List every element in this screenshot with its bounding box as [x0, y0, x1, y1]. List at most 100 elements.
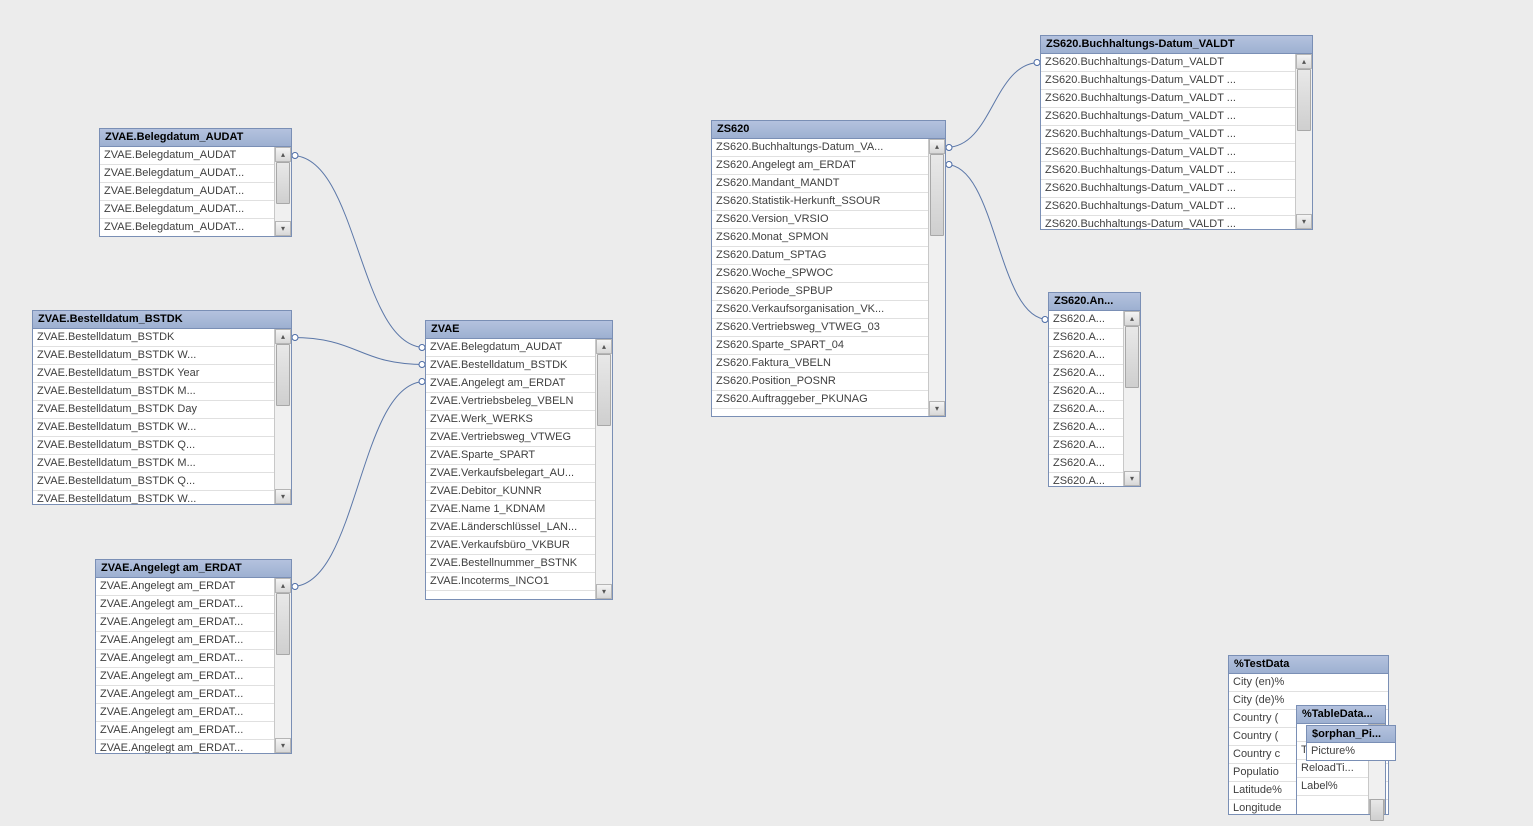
field-item[interactable]: Picture%: [1307, 743, 1395, 760]
scroll-thumb[interactable]: [1125, 326, 1139, 388]
field-item[interactable]: ZVAE.Angelegt am_ERDAT: [96, 578, 274, 596]
field-item[interactable]: ZVAE.Angelegt am_ERDAT...: [96, 650, 274, 668]
scroll-up-icon[interactable]: ▴: [596, 339, 612, 354]
field-item[interactable]: ZVAE.Name 1_KDNAM: [426, 501, 595, 519]
field-item[interactable]: ZVAE.Bestelldatum_BSTDK Q...: [33, 473, 274, 491]
field-item[interactable]: ZS620.Buchhaltungs-Datum_VALDT ...: [1041, 72, 1295, 90]
scroll-thumb[interactable]: [1297, 69, 1311, 131]
field-item[interactable]: ZVAE.Angelegt am_ERDAT...: [96, 668, 274, 686]
table-box-zs620_valdt[interactable]: ZS620.Buchhaltungs-Datum_VALDTZS620.Buch…: [1040, 35, 1313, 230]
field-item[interactable]: ZVAE.Angelegt am_ERDAT...: [96, 704, 274, 722]
scroll-track[interactable]: [1296, 69, 1312, 214]
field-item[interactable]: ZS620.Position_POSNR: [712, 373, 928, 391]
field-item[interactable]: ReloadTi...: [1297, 760, 1368, 778]
field-item[interactable]: ZS620.Buchhaltungs-Datum_VALDT: [1041, 54, 1295, 72]
scroll-up-icon[interactable]: ▴: [275, 147, 291, 162]
table-title[interactable]: %TestData: [1229, 656, 1388, 674]
field-item[interactable]: ZVAE.Angelegt am_ERDAT...: [96, 686, 274, 704]
field-item[interactable]: ZS620.Version_VRSIO: [712, 211, 928, 229]
scroll-up-icon[interactable]: ▴: [1296, 54, 1312, 69]
field-item[interactable]: ZS620.Buchhaltungs-Datum_VALDT ...: [1041, 90, 1295, 108]
table-title[interactable]: ZS620.An...: [1049, 293, 1140, 311]
scrollbar[interactable]: ▴▾: [274, 578, 291, 753]
field-item[interactable]: ZS620.A...: [1049, 365, 1123, 383]
table-title[interactable]: ZVAE.Belegdatum_AUDAT: [100, 129, 291, 147]
field-item[interactable]: ZS620.Datum_SPTAG: [712, 247, 928, 265]
field-item[interactable]: ZS620.A...: [1049, 401, 1123, 419]
field-item[interactable]: ZS620.Woche_SPWOC: [712, 265, 928, 283]
field-item[interactable]: ZVAE.Debitor_KUNNR: [426, 483, 595, 501]
field-item[interactable]: ZVAE.Belegdatum_AUDAT...: [100, 165, 274, 183]
field-item[interactable]: ZS620.A...: [1049, 455, 1123, 473]
scroll-down-icon[interactable]: ▾: [1124, 471, 1140, 486]
field-item[interactable]: ZVAE.Sparte_SPART: [426, 447, 595, 465]
field-item[interactable]: ZVAE.Belegdatum_AUDAT: [100, 147, 274, 165]
scroll-down-icon[interactable]: ▾: [1296, 214, 1312, 229]
field-item[interactable]: ZVAE.Angelegt am_ERDAT...: [96, 722, 274, 740]
field-item[interactable]: ZS620.Faktura_VBELN: [712, 355, 928, 373]
scrollbar[interactable]: ▴▾: [274, 147, 291, 236]
field-item[interactable]: ZVAE.Verkaufsbüro_VKBUR: [426, 537, 595, 555]
field-item[interactable]: ZVAE.Bestelldatum_BSTDK W...: [33, 419, 274, 437]
table-title[interactable]: ZVAE.Bestelldatum_BSTDK: [33, 311, 291, 329]
field-item[interactable]: ZVAE.Vertriebsweg_VTWEG: [426, 429, 595, 447]
field-item[interactable]: ZS620.Verkaufsorganisation_VK...: [712, 301, 928, 319]
field-item[interactable]: ZVAE.Belegdatum_AUDAT...: [100, 201, 274, 219]
field-item[interactable]: ZVAE.Belegdatum_AUDAT: [426, 339, 595, 357]
scroll-track[interactable]: [275, 593, 291, 738]
field-item[interactable]: ZS620.Statistik-Herkunft_SSOUR: [712, 193, 928, 211]
field-item[interactable]: ZVAE.Bestelldatum_BSTDK: [426, 357, 595, 375]
field-item[interactable]: ZS620.Angelegt am_ERDAT: [712, 157, 928, 175]
field-item[interactable]: ZVAE.Bestellnummer_BSTNK: [426, 555, 595, 573]
scroll-thumb[interactable]: [276, 593, 290, 655]
field-item[interactable]: ZS620.Sparte_SPART_04: [712, 337, 928, 355]
scroll-down-icon[interactable]: ▾: [596, 584, 612, 599]
field-item[interactable]: ZVAE.Verkaufsbelegart_AU...: [426, 465, 595, 483]
field-item[interactable]: ZVAE.Bestelldatum_BSTDK W...: [33, 347, 274, 365]
scroll-down-icon[interactable]: ▾: [275, 738, 291, 753]
scrollbar[interactable]: ▴▾: [595, 339, 612, 599]
scroll-track[interactable]: [275, 162, 291, 221]
scroll-track[interactable]: [1124, 326, 1140, 471]
scroll-up-icon[interactable]: ▴: [929, 139, 945, 154]
field-item[interactable]: ZVAE.Angelegt am_ERDAT...: [96, 596, 274, 614]
field-item[interactable]: ZS620.A...: [1049, 311, 1123, 329]
field-item[interactable]: Label%: [1297, 778, 1368, 796]
table-title[interactable]: ZVAE: [426, 321, 612, 339]
field-item[interactable]: ZVAE.Belegdatum_AUDAT...: [100, 219, 274, 236]
field-item[interactable]: ZVAE.Angelegt am_ERDAT: [426, 375, 595, 393]
field-item[interactable]: ZVAE.Bestelldatum_BSTDK M...: [33, 455, 274, 473]
field-item[interactable]: ZVAE.Belegdatum_AUDAT...: [100, 183, 274, 201]
scroll-thumb[interactable]: [276, 162, 290, 204]
scroll-thumb[interactable]: [1370, 799, 1384, 821]
table-title[interactable]: %TableData...: [1297, 706, 1385, 724]
table-box-zs620_an[interactable]: ZS620.An...ZS620.A...ZS620.A...ZS620.A..…: [1048, 292, 1141, 487]
field-item[interactable]: ZS620.A...: [1049, 419, 1123, 437]
scrollbar[interactable]: ▴▾: [274, 329, 291, 504]
field-item[interactable]: ZS620.Monat_SPMON: [712, 229, 928, 247]
field-item[interactable]: ZS620.Periode_SPBUP: [712, 283, 928, 301]
scroll-up-icon[interactable]: ▴: [275, 578, 291, 593]
table-box-zvae[interactable]: ZVAEZVAE.Belegdatum_AUDATZVAE.Bestelldat…: [425, 320, 613, 600]
table-title[interactable]: ZVAE.Angelegt am_ERDAT: [96, 560, 291, 578]
field-item[interactable]: ZS620.Buchhaltungs-Datum_VALDT ...: [1041, 180, 1295, 198]
field-item[interactable]: ZVAE.Angelegt am_ERDAT...: [96, 614, 274, 632]
field-item[interactable]: ZVAE.Angelegt am_ERDAT...: [96, 740, 274, 753]
field-item[interactable]: ZVAE.Bestelldatum_BSTDK Day: [33, 401, 274, 419]
field-item[interactable]: ZVAE.Bestelldatum_BSTDK M...: [33, 383, 274, 401]
scroll-up-icon[interactable]: ▴: [275, 329, 291, 344]
field-item[interactable]: ZVAE.Bestelldatum_BSTDK: [33, 329, 274, 347]
scroll-track[interactable]: [929, 154, 945, 401]
field-item[interactable]: ZS620.Buchhaltungs-Datum_VALDT ...: [1041, 198, 1295, 216]
field-item[interactable]: ZVAE.Vertriebsbeleg_VBELN: [426, 393, 595, 411]
field-item[interactable]: ZS620.A...: [1049, 473, 1123, 486]
scroll-thumb[interactable]: [276, 344, 290, 406]
field-item[interactable]: ZVAE.Bestelldatum_BSTDK Q...: [33, 437, 274, 455]
scroll-thumb[interactable]: [930, 154, 944, 236]
scroll-down-icon[interactable]: ▾: [275, 221, 291, 236]
field-item[interactable]: ZS620.Buchhaltungs-Datum_VALDT ...: [1041, 108, 1295, 126]
table-box-zvae_audat[interactable]: ZVAE.Belegdatum_AUDATZVAE.Belegdatum_AUD…: [99, 128, 292, 237]
scroll-down-icon[interactable]: ▾: [275, 489, 291, 504]
scrollbar[interactable]: ▴▾: [928, 139, 945, 416]
field-item[interactable]: ZVAE.Angelegt am_ERDAT...: [96, 632, 274, 650]
